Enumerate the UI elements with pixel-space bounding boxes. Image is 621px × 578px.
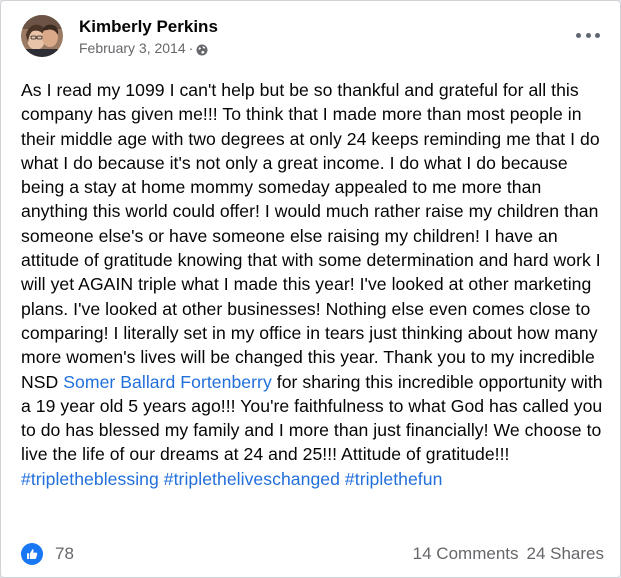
meta-separator: ·: [188, 39, 194, 56]
avatar-photo: [21, 15, 63, 57]
author-name[interactable]: Kimberly Perkins: [79, 16, 218, 38]
post-footer: 78 14 Comments 24 Shares: [21, 541, 604, 567]
hashtag-link[interactable]: #triplethefun: [345, 469, 442, 489]
shares-count[interactable]: 24 Shares: [527, 544, 605, 564]
thumbs-up-icon[interactable]: [21, 543, 43, 565]
post-text: As I read my 1099 I can't help but be so…: [21, 78, 609, 491]
post-header: Kimberly Perkins February 3, 2014 ·: [21, 15, 218, 57]
post-text-part: As I read my 1099 I can't help but be so…: [21, 80, 601, 392]
reaction-count[interactable]: 78: [55, 544, 74, 564]
comments-count[interactable]: 14 Comments: [413, 544, 519, 564]
post-date[interactable]: February 3, 2014: [79, 39, 186, 57]
post-meta: February 3, 2014 ·: [79, 39, 218, 57]
more-horizontal-icon[interactable]: [576, 31, 600, 39]
hashtag-link[interactable]: #tripletheliveschanged: [164, 469, 340, 489]
mention-link[interactable]: Somer Ballard Fortenberry: [63, 372, 272, 392]
hashtag-link[interactable]: #tripletheblessing: [21, 469, 159, 489]
globe-icon: [196, 42, 208, 55]
post-card: Kimberly Perkins February 3, 2014 · As I…: [0, 0, 621, 578]
avatar[interactable]: [21, 15, 63, 57]
